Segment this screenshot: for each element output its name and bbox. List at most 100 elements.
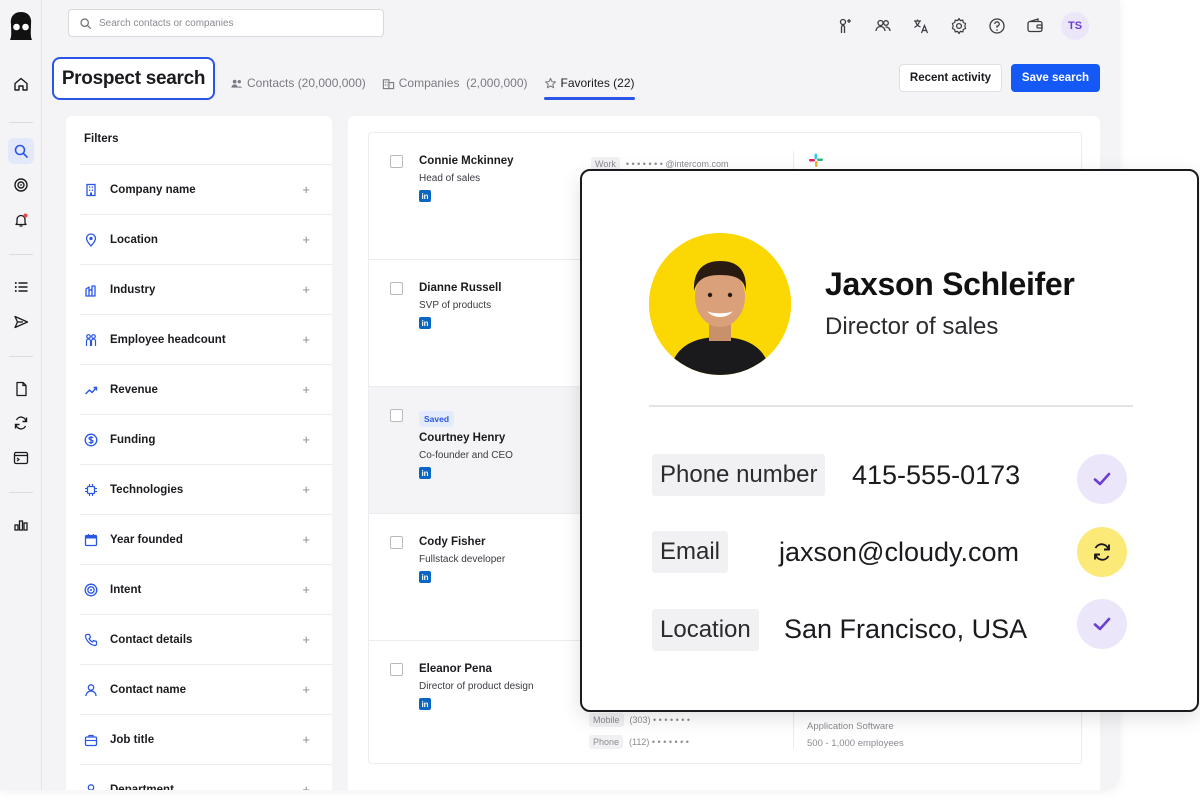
wallet-icon[interactable] [1023, 14, 1047, 38]
location-value[interactable]: San Francisco, USA [784, 614, 1027, 645]
tab-contacts[interactable]: Contacts (20,000,000) [230, 66, 366, 100]
plus-icon[interactable]: + [302, 782, 310, 790]
filter-revenue[interactable]: Revenue + [80, 364, 332, 414]
search-nav-icon[interactable] [8, 138, 34, 164]
plus-icon[interactable]: + [302, 282, 310, 297]
add-contact-icon[interactable] [833, 14, 857, 38]
user-avatar[interactable]: TS [1061, 12, 1089, 40]
bar-chart-icon[interactable] [8, 512, 34, 538]
contact-row-title: Co-founder and CEO [419, 450, 513, 461]
row-checkbox[interactable] [390, 409, 403, 422]
tab-companies-label: Companies (2,000,000) [398, 76, 528, 90]
filter-company-name[interactable]: Company name + [80, 164, 332, 214]
filter-employee-headcount[interactable]: Employee headcount + [80, 314, 332, 364]
list-icon[interactable] [8, 274, 34, 300]
contact-row-title: Head of sales [419, 173, 481, 184]
contact-photo [649, 233, 791, 375]
contact-row-title: Director of product design [419, 681, 534, 692]
filter-label: Contact details [110, 633, 193, 646]
check-icon [1093, 617, 1111, 631]
recent-activity-button[interactable]: Recent activity [899, 64, 1002, 92]
plus-icon[interactable]: + [302, 232, 310, 247]
filter-label: Industry [110, 283, 156, 296]
row-checkbox[interactable] [390, 663, 403, 676]
gear-icon[interactable] [947, 14, 971, 38]
rail-divider [9, 356, 33, 357]
contact-row-name[interactable]: Courtney Henry [419, 432, 505, 444]
search-input[interactable] [99, 17, 369, 29]
phone-icon [84, 633, 98, 646]
plus-icon[interactable]: + [302, 682, 310, 697]
phone-masked: Phone (112) • • • • • • • [589, 735, 689, 749]
contact-row-name[interactable]: Cody Fisher [419, 536, 485, 548]
contact-row-name[interactable]: Connie Mckinney [419, 155, 514, 167]
contact-row-name[interactable]: Eleanor Pena [419, 663, 492, 675]
filter-funding[interactable]: Funding + [80, 414, 332, 464]
filter-label: Revenue [110, 383, 158, 396]
tab-companies[interactable]: Companies (2,000,000) [382, 66, 528, 100]
target-nav-icon[interactable] [8, 172, 34, 198]
person-icon [87, 783, 95, 790]
team-icon[interactable] [871, 14, 895, 38]
chip-icon [85, 483, 97, 496]
plus-icon[interactable]: + [302, 532, 310, 547]
page-title: Prospect search [52, 57, 215, 100]
contact-row-name[interactable]: Dianne Russell [419, 282, 501, 294]
contact-role: Director of sales [825, 313, 999, 340]
contact-row-title: SVP of products [419, 300, 492, 311]
plus-icon[interactable]: + [302, 632, 310, 647]
sync-icon[interactable] [8, 410, 34, 436]
email-value[interactable]: jaxson@cloudy.com [779, 537, 1019, 568]
help-icon[interactable] [985, 14, 1009, 38]
phone-verified-status [1077, 454, 1127, 504]
home-icon[interactable] [8, 71, 34, 97]
company-industry: Application Software [807, 721, 894, 732]
plus-icon[interactable]: + [302, 432, 310, 447]
building-icon [382, 78, 394, 89]
filter-year-founded[interactable]: Year founded + [80, 514, 332, 564]
save-search-button[interactable]: Save search [1011, 64, 1100, 92]
filter-contact-name[interactable]: Contact name + [80, 664, 332, 714]
phone-number-value[interactable]: 415-555-0173 [852, 460, 1020, 491]
linkedin-icon[interactable]: in [419, 467, 431, 479]
row-checkbox[interactable] [390, 536, 403, 549]
linkedin-icon[interactable]: in [419, 317, 431, 329]
dollar-icon [84, 433, 98, 446]
row-checkbox[interactable] [390, 282, 403, 295]
plus-icon[interactable]: + [302, 182, 310, 197]
filter-location[interactable]: Location + [80, 214, 332, 264]
calendar-icon [84, 533, 98, 546]
bell-alert-icon[interactable] [8, 207, 34, 233]
top-toolbar: TS [833, 12, 1089, 40]
filter-department[interactable]: Department + [80, 764, 332, 790]
plus-icon[interactable]: + [302, 482, 310, 497]
tab-favorites-label: Favorites (22) [560, 76, 635, 90]
tab-favorites[interactable]: Favorites (22) [543, 66, 635, 100]
filter-industry[interactable]: Industry + [80, 264, 332, 314]
email-syncing-status [1077, 527, 1127, 577]
document-icon[interactable] [8, 376, 34, 402]
filter-job-title[interactable]: Job title + [80, 714, 332, 764]
brand-logo-icon[interactable] [7, 10, 35, 42]
linkedin-icon[interactable]: in [419, 571, 431, 583]
global-search-box[interactable] [68, 9, 384, 37]
filter-contact-details[interactable]: Contact details + [80, 614, 332, 664]
filter-label: Location [110, 233, 158, 246]
row-checkbox[interactable] [390, 155, 403, 168]
linkedin-icon[interactable]: in [419, 698, 431, 710]
filter-technologies[interactable]: Technologies + [80, 464, 332, 514]
plus-icon[interactable]: + [302, 332, 310, 347]
translate-icon[interactable] [909, 14, 933, 38]
plus-icon[interactable]: + [302, 382, 310, 397]
terminal-icon[interactable] [8, 445, 34, 471]
send-icon[interactable] [8, 309, 34, 335]
plus-icon[interactable]: + [302, 582, 310, 597]
filter-label: Technologies [110, 483, 184, 496]
plus-icon[interactable]: + [302, 732, 310, 747]
filter-intent[interactable]: Intent + [80, 564, 332, 614]
mobile-value: (303) • • • • • • • [629, 715, 691, 725]
linkedin-icon[interactable]: in [419, 190, 431, 202]
people-icon [231, 79, 243, 88]
phone-value: (112) • • • • • • • [629, 737, 689, 747]
card-divider [649, 405, 1133, 407]
